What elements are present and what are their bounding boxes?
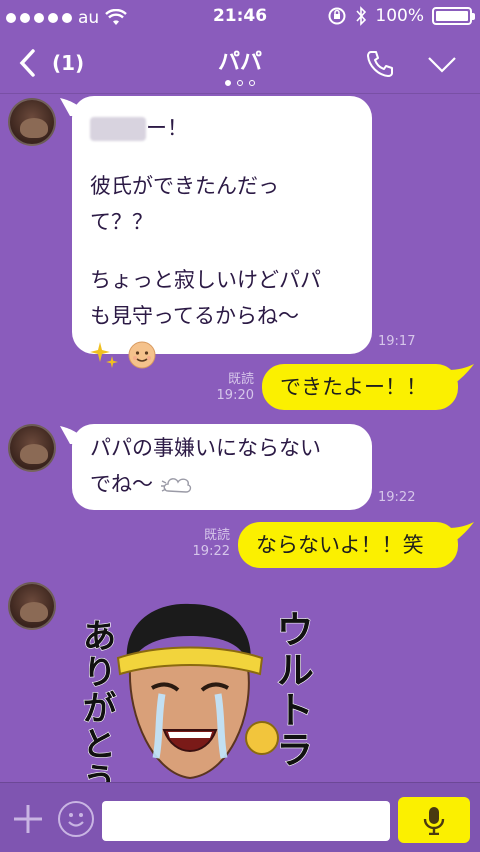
message-text: ちょっと寂しいけどパパ	[90, 268, 321, 292]
bubble-tail	[448, 364, 474, 384]
emoji-button[interactable]	[58, 801, 94, 837]
avatar[interactable]	[8, 98, 56, 146]
message-text: も見守ってるからね〜	[90, 304, 299, 328]
bluetooth-icon	[356, 6, 367, 26]
timestamp: 19:17	[378, 334, 416, 349]
sticker-text-right: ウルトラ	[270, 610, 315, 770]
chevron-down-icon[interactable]	[426, 48, 458, 80]
input-bar	[0, 782, 480, 852]
voice-button[interactable]	[398, 797, 470, 843]
message-bubble-incoming[interactable]: ー！ 彼氏ができたんだっ て？？ ちょっと寂しいけどパパ も見守ってるからね〜	[72, 96, 372, 369]
message-text: ー！	[146, 116, 188, 140]
message-text: でね〜	[90, 472, 153, 496]
puff-emoji-icon	[160, 478, 191, 493]
message-input[interactable]	[102, 801, 390, 841]
message-text: ならないよ！！笑	[256, 533, 424, 557]
read-receipt: 既読	[203, 528, 230, 543]
smile-icon	[68, 813, 84, 827]
status-bar: au 21:46 100%	[0, 0, 480, 34]
sticker-text-left: ありがとう	[76, 618, 116, 788]
rotation-lock-icon	[328, 7, 346, 25]
timestamp: 19:22	[378, 490, 416, 505]
timestamp: 19:20	[216, 388, 254, 403]
chat-header: (1) パパ	[0, 34, 480, 94]
sparkle-emoji-icon	[90, 342, 118, 368]
message-bubble-outgoing[interactable]: できたよー！！	[262, 364, 458, 410]
sticker[interactable]: ありがとう ウルトラ	[70, 588, 330, 788]
message-bubble-incoming[interactable]: パパの事嫌いにならない でね〜	[72, 424, 372, 510]
battery-icon	[432, 7, 475, 25]
message-text: パパの事嫌いにならない	[90, 436, 321, 460]
message-bubble-outgoing[interactable]: ならないよ！！笑	[238, 522, 458, 568]
smiley-emoji-icon	[128, 341, 156, 369]
phone-icon[interactable]	[364, 48, 396, 80]
message-text: できたよー！！	[280, 375, 427, 399]
timestamp: 19:22	[192, 544, 230, 559]
read-receipt: 既読	[227, 372, 254, 387]
message-text: 彼氏ができたんだっ	[90, 174, 279, 198]
microphone-icon	[423, 807, 445, 835]
battery-percent: 100%	[375, 6, 424, 26]
blurred-name	[90, 117, 146, 141]
avatar[interactable]	[8, 582, 56, 630]
sticker-illustration: ありがとう ウルトラ	[75, 603, 315, 788]
avatar[interactable]	[8, 424, 56, 472]
message-text: て？？	[90, 210, 153, 234]
bubble-tail	[448, 522, 474, 542]
page-indicator	[0, 80, 480, 86]
plus-icon[interactable]	[10, 801, 46, 837]
